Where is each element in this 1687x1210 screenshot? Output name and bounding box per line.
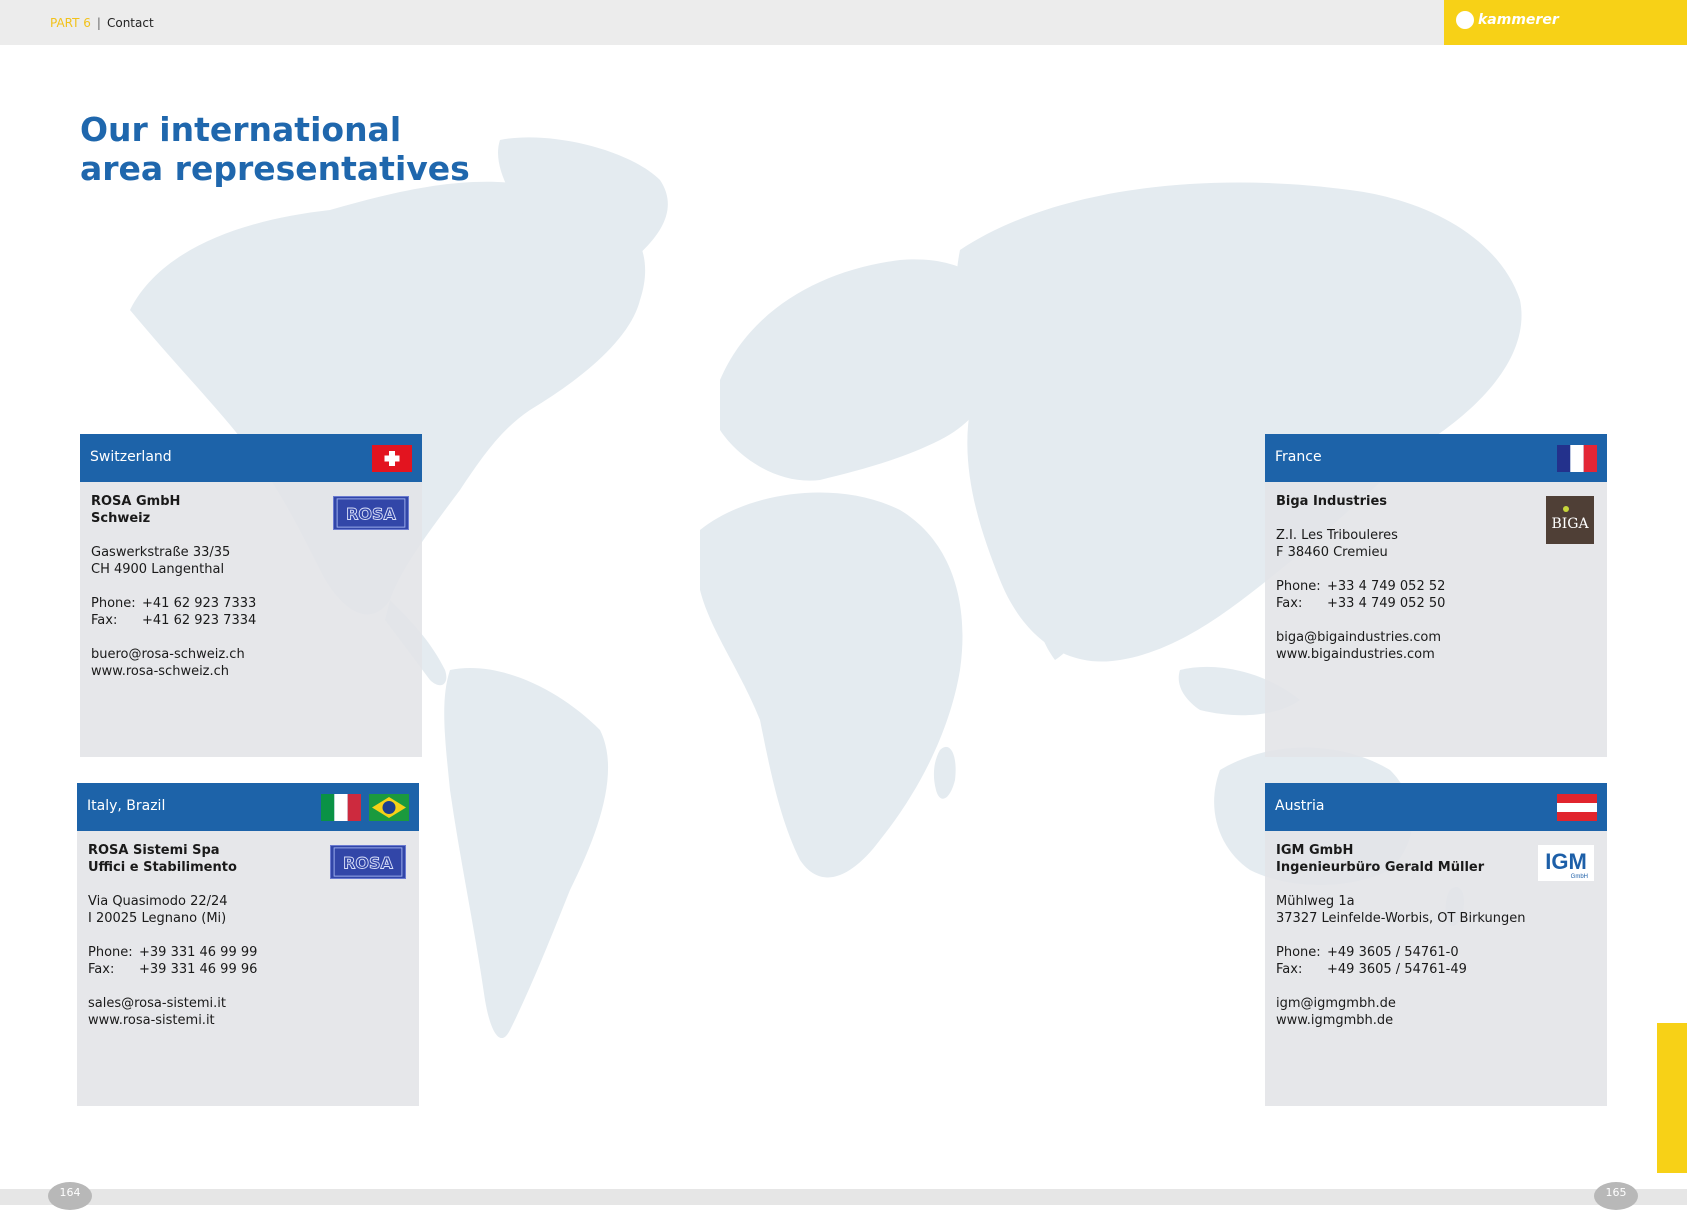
website-link[interactable]: www.rosa-sistemi.it xyxy=(88,1012,409,1029)
brand-name: kammerer xyxy=(1478,12,1559,28)
website-link[interactable]: www.igmgmbh.de xyxy=(1276,1012,1597,1029)
biga-logo: BIGA xyxy=(1546,496,1594,544)
fax-row: Fax: +41 62 923 7334 xyxy=(91,612,412,629)
fax-label: Fax: xyxy=(88,962,115,977)
address-street: Mühlweg 1a xyxy=(1276,894,1355,909)
austrian-flag-icon xyxy=(1557,794,1597,821)
card-header: France xyxy=(1265,434,1607,482)
card-body: Biga Industries Z.I. Les Tribouleres F 3… xyxy=(1265,482,1607,663)
fax-row: Fax: +33 4 749 052 50 xyxy=(1276,595,1597,612)
side-tab-marker xyxy=(1657,1023,1687,1173)
contact-card-italy-brazil: Italy, Brazil ROSA Sistemi Spa Uffici e … xyxy=(77,783,419,1106)
card-body: ROSA Sistemi Spa Uffici e Stabilimento V… xyxy=(77,831,419,1029)
card-body: IGM GmbH Ingenieurbüro Gerald Müller Müh… xyxy=(1265,831,1607,1029)
italian-flag-icon xyxy=(321,794,361,821)
page-title-line-2: area representatives xyxy=(80,149,470,188)
card-country: Italy, Brazil xyxy=(87,798,166,814)
website-link[interactable]: www.bigaindustries.com xyxy=(1276,646,1597,663)
page-footer xyxy=(0,1189,1687,1205)
breadcrumb: PART 6 | Contact xyxy=(50,16,154,30)
phone-number: +49 3605 / 54761-0 xyxy=(1327,945,1459,960)
svg-text:ROSA: ROSA xyxy=(346,505,396,524)
contact-card-france: France Biga Industries Z.I. Les Triboule… xyxy=(1265,434,1607,757)
card-header: Switzerland xyxy=(80,434,422,482)
address-city: F 38460 Cremieu xyxy=(1276,545,1388,560)
breadcrumb-part: PART 6 xyxy=(50,16,91,30)
fax-number: +49 3605 / 54761-49 xyxy=(1327,962,1467,977)
phone-label: Phone: xyxy=(91,596,136,611)
flag-group xyxy=(1557,794,1597,821)
fax-label: Fax: xyxy=(1276,962,1303,977)
card-header: Austria xyxy=(1265,783,1607,831)
card-country: France xyxy=(1275,449,1322,465)
fax-number: +41 62 923 7334 xyxy=(142,613,257,628)
page-number-right: 165 xyxy=(1594,1182,1638,1210)
address-street: Gaswerkstraße 33/35 xyxy=(91,545,231,560)
email-link[interactable]: buero@rosa-schweiz.ch xyxy=(91,646,412,663)
svg-text:IGM: IGM xyxy=(1545,849,1587,874)
card-body: ROSA GmbH Schweiz Gaswerkstraße 33/35 CH… xyxy=(80,482,422,680)
phone-label: Phone: xyxy=(88,945,133,960)
fax-row: Fax: +39 331 46 99 96 xyxy=(88,961,409,978)
svg-text:GmbH: GmbH xyxy=(1571,874,1588,880)
phone-row: Phone: +41 62 923 7333 xyxy=(91,595,412,612)
address-city: 37327 Leinfelde-Worbis, OT Birkungen xyxy=(1276,911,1526,926)
email-link[interactable]: sales@rosa-sistemi.it xyxy=(88,995,409,1012)
card-country: Switzerland xyxy=(90,449,172,465)
fax-number: +33 4 749 052 50 xyxy=(1327,596,1446,611)
page-header: PART 6 | Contact xyxy=(0,0,1444,45)
svg-text:BIGA: BIGA xyxy=(1551,516,1589,532)
map-south-america xyxy=(444,668,609,1039)
phone-number: +41 62 923 7333 xyxy=(142,596,257,611)
rosa-logo: ROSA xyxy=(330,845,406,879)
flag-group xyxy=(321,794,409,821)
card-country: Austria xyxy=(1275,798,1325,814)
card-header: Italy, Brazil xyxy=(77,783,419,831)
email-link[interactable]: igm@igmgmbh.de xyxy=(1276,995,1597,1012)
swiss-flag-icon xyxy=(372,445,412,472)
fax-label: Fax: xyxy=(91,613,118,628)
page-title: Our international area representatives xyxy=(80,110,470,188)
page-title-line-1: Our international xyxy=(80,110,402,149)
brazilian-flag-icon xyxy=(369,794,409,821)
fax-row: Fax: +49 3605 / 54761-49 xyxy=(1276,961,1597,978)
french-flag-icon xyxy=(1557,445,1597,472)
phone-row: Phone: +33 4 749 052 52 xyxy=(1276,578,1597,595)
breadcrumb-section: Contact xyxy=(106,16,154,30)
phone-number: +33 4 749 052 52 xyxy=(1327,579,1446,594)
address-street: Via Quasimodo 22/24 xyxy=(88,894,228,909)
fax-label: Fax: xyxy=(1276,596,1303,611)
phone-label: Phone: xyxy=(1276,945,1321,960)
phone-row: Phone: +39 331 46 99 99 xyxy=(88,944,409,961)
address-city: CH 4900 Langenthal xyxy=(91,562,225,577)
phone-row: Phone: +49 3605 / 54761-0 xyxy=(1276,944,1597,961)
contact-card-austria: Austria IGM GmbH Ingenieurbüro Gerald Mü… xyxy=(1265,783,1607,1106)
page-number-left: 164 xyxy=(48,1182,92,1210)
flag-group xyxy=(372,445,412,472)
svg-text:ROSA: ROSA xyxy=(343,854,393,873)
breadcrumb-separator: | xyxy=(96,16,101,30)
map-madagascar xyxy=(933,746,956,799)
phone-number: +39 331 46 99 99 xyxy=(139,945,258,960)
brand-logo: kammerer xyxy=(1456,11,1559,29)
igm-logo: IGM GmbH xyxy=(1538,845,1594,881)
phone-label: Phone: xyxy=(1276,579,1321,594)
brand-box: kammerer xyxy=(1444,0,1687,45)
contact-card-switzerland: Switzerland ROSA GmbH Schweiz Gaswerkstr… xyxy=(80,434,422,757)
brand-mark-icon xyxy=(1456,11,1474,29)
flag-group xyxy=(1557,445,1597,472)
fax-number: +39 331 46 99 96 xyxy=(139,962,258,977)
website-link[interactable]: www.rosa-schweiz.ch xyxy=(91,663,412,680)
rosa-logo: ROSA xyxy=(333,496,409,530)
email-link[interactable]: biga@bigaindustries.com xyxy=(1276,629,1597,646)
map-africa xyxy=(700,492,963,878)
address-city: I 20025 Legnano (Mi) xyxy=(88,911,227,926)
